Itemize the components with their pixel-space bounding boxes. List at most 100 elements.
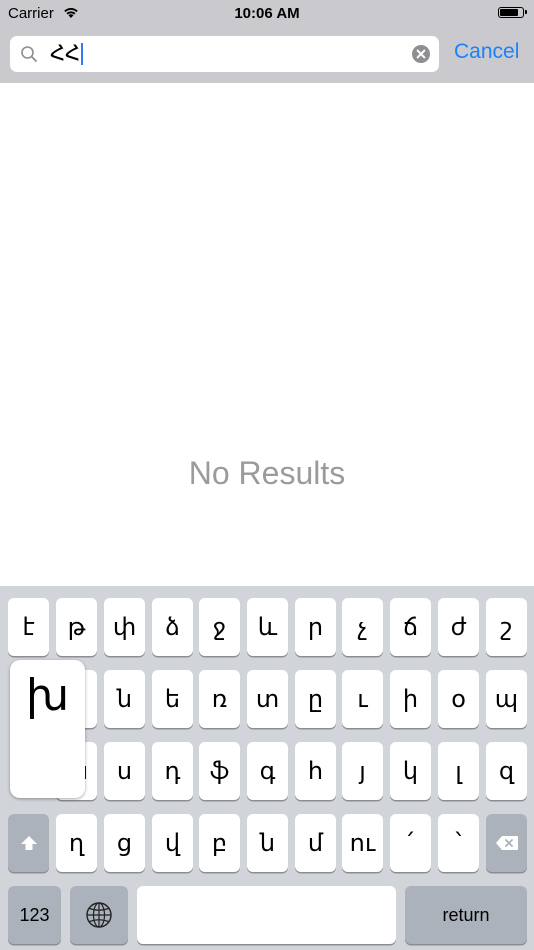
key[interactable]: ջ xyxy=(199,598,240,656)
key-label: ն xyxy=(259,829,276,857)
key-label: և xyxy=(257,613,278,641)
key-label: շ xyxy=(500,613,513,641)
key-label: թ xyxy=(67,613,86,641)
key[interactable]: կ xyxy=(390,742,431,800)
key[interactable]: ւ xyxy=(342,670,383,728)
key-label: չ xyxy=(357,613,368,641)
key[interactable]: ճ xyxy=(390,598,431,656)
key[interactable]: վ xyxy=(152,814,193,872)
key-label: ժ xyxy=(450,613,467,641)
key[interactable]: զ xyxy=(486,742,527,800)
key[interactable]: ց xyxy=(104,814,145,872)
battery-icon xyxy=(498,7,527,18)
no-results-label: No Results xyxy=(188,455,346,491)
key-label: ֆ xyxy=(209,757,230,785)
backspace-icon xyxy=(495,836,518,850)
key-label: ե xyxy=(164,685,181,713)
key[interactable]: գ xyxy=(247,742,288,800)
return-key[interactable]: return xyxy=(405,886,527,944)
numbers-key[interactable]: 123 xyxy=(8,886,61,944)
space-key[interactable] xyxy=(137,886,396,944)
key[interactable]: չ xyxy=(342,598,383,656)
key[interactable]: է xyxy=(8,598,49,656)
key[interactable]: ը xyxy=(295,670,336,728)
status-time: 10:06 AM xyxy=(234,5,300,22)
key-label: ռ xyxy=(211,685,228,713)
text-cursor xyxy=(81,43,84,66)
results-area: No Results xyxy=(0,83,534,586)
clear-text-icon[interactable] xyxy=(412,45,430,63)
key[interactable]: ֆ xyxy=(199,742,240,800)
key[interactable]: և xyxy=(247,598,288,656)
key-label: է xyxy=(22,613,35,641)
key[interactable]: դ xyxy=(152,742,193,800)
search-icon xyxy=(21,46,37,62)
key-label: ու xyxy=(349,829,376,857)
key-label: վ xyxy=(164,829,181,857)
key-preview-popup: խ xyxy=(10,660,85,798)
key-label: լ xyxy=(455,757,462,785)
key[interactable]: ն xyxy=(104,670,145,728)
key[interactable]: ռ xyxy=(199,670,240,728)
key[interactable]: յ xyxy=(342,742,383,800)
cancel-button[interactable]: Cancel xyxy=(454,40,519,64)
key[interactable]: հ xyxy=(295,742,336,800)
shift-icon xyxy=(20,836,37,850)
key-label: ր xyxy=(307,613,324,641)
key[interactable]: ժ xyxy=(438,598,479,656)
search-input-text: ՀՀ xyxy=(50,42,81,65)
key[interactable]: ր xyxy=(295,598,336,656)
key-label: return xyxy=(442,904,490,925)
key[interactable]: պ xyxy=(486,670,527,728)
key[interactable]: ու xyxy=(342,814,383,872)
key[interactable]: մ xyxy=(295,814,336,872)
key[interactable]: բ xyxy=(199,814,240,872)
key-label: ղ xyxy=(68,829,85,857)
key-label: փ xyxy=(112,613,137,641)
key[interactable]: փ xyxy=(104,598,145,656)
search-bar-area: Carrier 10:06 AM ՀՀ Cancel xyxy=(0,0,534,83)
key-label: պ xyxy=(494,685,519,713)
key-label: ց xyxy=(116,829,133,857)
key[interactable]: տ xyxy=(247,670,288,728)
key-label: 123 xyxy=(19,904,50,925)
key[interactable]: ՝ xyxy=(438,814,479,872)
globe-key[interactable] xyxy=(70,886,128,944)
status-bar: Carrier 10:06 AM xyxy=(0,0,534,28)
key[interactable]: ս xyxy=(104,742,145,800)
key[interactable]: ձ xyxy=(152,598,193,656)
key[interactable]: թ xyxy=(56,598,97,656)
key-label: բ xyxy=(211,829,228,857)
key[interactable]: ն xyxy=(247,814,288,872)
search-field[interactable]: ՀՀ xyxy=(10,36,439,72)
key[interactable]: լ xyxy=(438,742,479,800)
globe-icon xyxy=(86,902,112,928)
key-label: դ xyxy=(164,757,181,785)
key-label: օ xyxy=(451,685,466,713)
shift-key[interactable] xyxy=(8,814,49,872)
key[interactable]: ե xyxy=(152,670,193,728)
key-label: կ xyxy=(402,757,419,785)
key-label: հ xyxy=(307,757,324,785)
key-label: ջ xyxy=(212,613,227,641)
key-label: ի xyxy=(402,685,419,713)
search-input[interactable]: ՀՀ xyxy=(50,42,84,66)
key[interactable]: ՛ xyxy=(390,814,431,872)
key-label: ձ xyxy=(165,613,180,641)
key-label: գ xyxy=(259,757,276,785)
key[interactable]: օ xyxy=(438,670,479,728)
key[interactable]: շ xyxy=(486,598,527,656)
key-label: ւ xyxy=(357,685,368,713)
key[interactable]: ի xyxy=(390,670,431,728)
key[interactable]: ղ xyxy=(56,814,97,872)
key-label: յ xyxy=(359,757,366,785)
delete-key[interactable] xyxy=(486,814,527,872)
key-label: ը xyxy=(307,685,324,713)
key-label: ՛ xyxy=(407,829,414,857)
key-label: ՝ xyxy=(455,829,462,857)
key-label: ն xyxy=(116,685,133,713)
key-preview-letter: խ xyxy=(25,670,70,721)
key-label: մ xyxy=(307,829,324,857)
key-label: ճ xyxy=(402,613,419,641)
key-label: զ xyxy=(498,757,515,785)
